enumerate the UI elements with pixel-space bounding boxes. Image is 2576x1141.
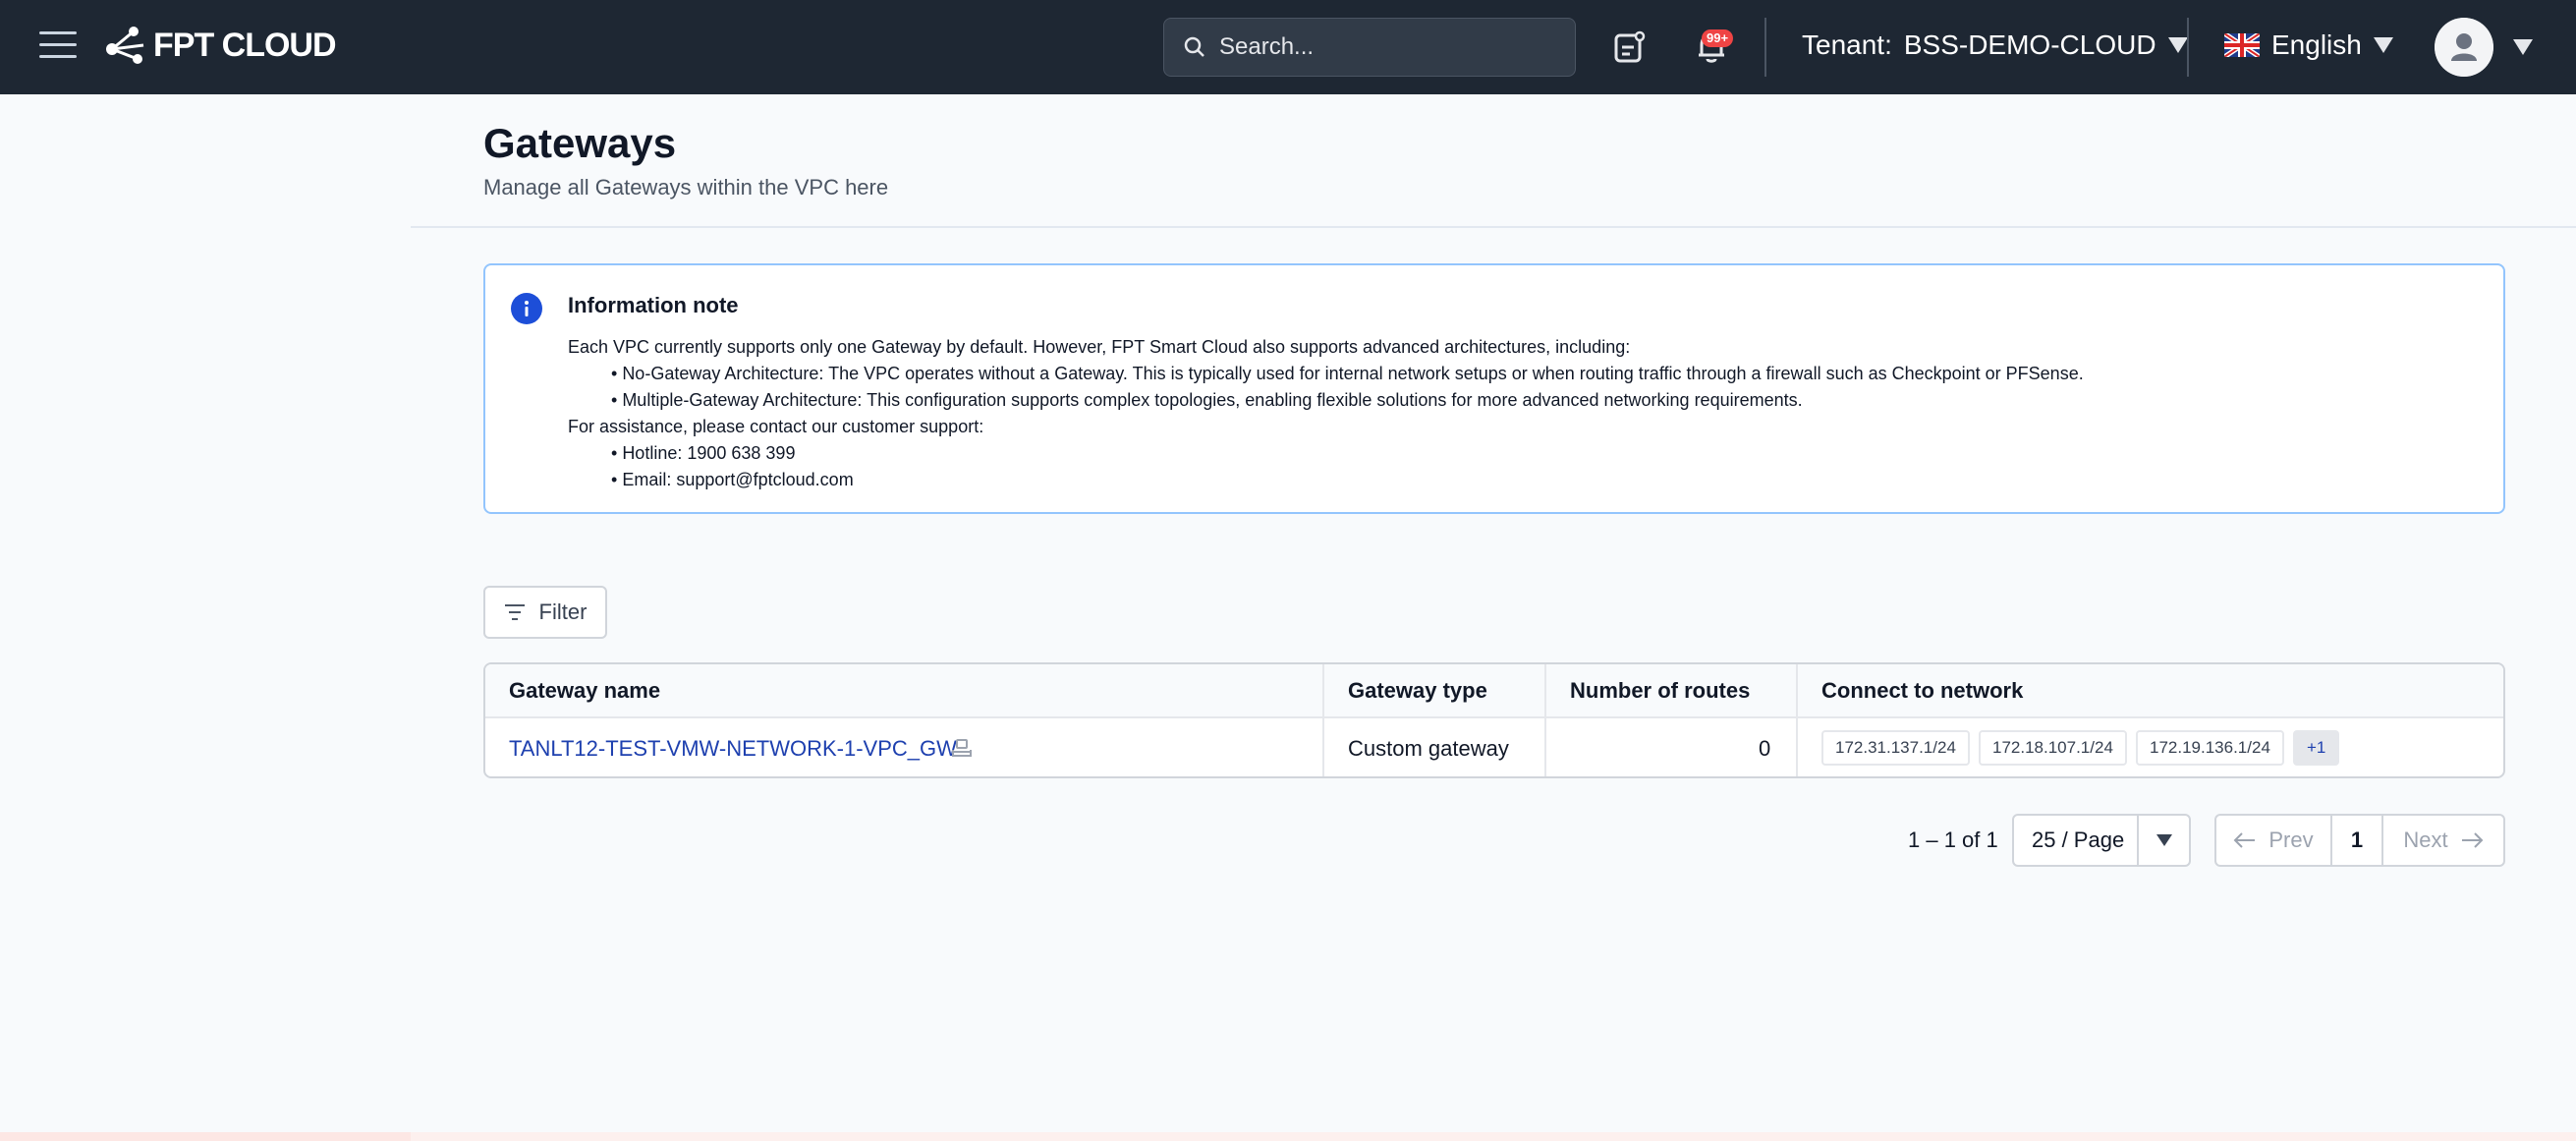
info-bullet: • Hotline: 1900 638 399 xyxy=(611,443,796,463)
pagination-range: 1 – 1 of 1 xyxy=(1908,827,1998,852)
page-size-dropdown-button[interactable] xyxy=(2137,816,2189,865)
tenant-label: Tenant: xyxy=(1802,29,1892,60)
support-intro: For assistance, please contact our custo… xyxy=(568,417,984,436)
uk-flag-icon xyxy=(2224,33,2260,57)
information-note: Information note Each VPC currently supp… xyxy=(483,263,2505,514)
info-title: Information note xyxy=(568,293,739,317)
info-bullet: • Multiple-Gateway Architecture: This co… xyxy=(611,390,1803,410)
user-icon xyxy=(2435,18,2493,77)
gateway-name-link[interactable]: TANLT12-TEST-VMW-NETWORK-1-VPC_GW xyxy=(509,736,957,762)
logo-text: FPT CLOUD xyxy=(153,26,337,64)
table-header: Gateway name Gateway type Number of rout… xyxy=(485,664,2503,718)
info-bullet: • No-Gateway Architecture: The VPC opera… xyxy=(611,364,2084,383)
filter-icon xyxy=(504,604,525,620)
language-selector[interactable]: English xyxy=(2224,29,2393,61)
page-size-value: 25 / Page xyxy=(2032,827,2125,852)
top-navigation-bar: FPT CLOUD 99+ Tenant: BSS-DEMO-CLOUD xyxy=(0,0,2576,94)
chevron-down-icon xyxy=(2167,37,2188,53)
column-header-number-of-routes: Number of routes xyxy=(1570,678,1751,703)
info-intro: Each VPC currently supports only one Gat… xyxy=(568,337,1631,357)
logo-network-icon xyxy=(106,27,144,64)
arrow-right-icon xyxy=(2461,832,2484,848)
table-row[interactable]: TANLT12-TEST-VMW-NETWORK-1-VPC_GW Custom… xyxy=(485,720,2503,776)
page-number-button[interactable]: 1 xyxy=(2332,816,2383,865)
fpt-cloud-logo[interactable]: FPT CLOUD xyxy=(104,26,337,65)
column-header-connect-to-network: Connect to network xyxy=(1821,678,2024,703)
chevron-down-icon xyxy=(2373,37,2393,53)
filter-label: Filter xyxy=(538,599,588,624)
pagination-controls: Prev 1 Next xyxy=(2214,814,2505,867)
network-tag: 172.19.136.1/24 xyxy=(2136,730,2284,766)
search-input[interactable] xyxy=(1219,33,1553,61)
menu-icon[interactable] xyxy=(39,31,77,63)
search-icon xyxy=(1184,36,1204,57)
divider xyxy=(1764,18,1766,77)
info-icon xyxy=(511,293,542,324)
search-box[interactable] xyxy=(1163,18,1576,77)
page-header xyxy=(411,94,2576,228)
divider xyxy=(2187,18,2189,77)
bottom-edge xyxy=(411,1132,2576,1141)
page-title: Gateways xyxy=(483,120,677,166)
page-size-selector[interactable]: 25 / Page xyxy=(2012,814,2191,867)
prev-page-button[interactable]: Prev xyxy=(2216,816,2332,865)
info-bullet-text: No-Gateway Architecture: The VPC operate… xyxy=(622,364,2084,383)
info-bullet-text: Multiple-Gateway Architecture: This conf… xyxy=(622,390,1803,410)
copy-icon[interactable] xyxy=(951,738,973,758)
gateway-type: Custom gateway xyxy=(1348,736,1509,761)
bottom-edge xyxy=(0,1132,411,1141)
info-body: Each VPC currently supports only one Gat… xyxy=(568,334,2084,493)
next-label: Next xyxy=(2403,827,2448,852)
network-tag: 172.31.137.1/24 xyxy=(1821,730,1970,766)
more-networks-tag[interactable]: +1 xyxy=(2293,730,2340,766)
tenant-value: BSS-DEMO-CLOUD xyxy=(1903,29,2156,60)
notification-badge: 99+ xyxy=(1702,29,1734,47)
column-header-gateway-name: Gateway name xyxy=(509,678,661,703)
arrow-left-icon xyxy=(2233,832,2256,848)
routes-count: 0 xyxy=(1759,736,1771,761)
email-text: Email: support@fptcloud.com xyxy=(622,470,854,489)
info-bullet: • Email: support@fptcloud.com xyxy=(611,470,854,489)
filter-button[interactable]: Filter xyxy=(483,586,607,639)
page-subtitle: Manage all Gateways within the VPC here xyxy=(483,175,889,200)
language-label: English xyxy=(2271,29,2362,60)
prev-label: Prev xyxy=(2268,827,2314,852)
chevron-down-icon xyxy=(2156,834,2172,846)
tenant-selector[interactable]: Tenant: BSS-DEMO-CLOUD xyxy=(1802,29,2188,61)
hotline-text: Hotline: 1900 638 399 xyxy=(622,443,796,463)
network-tag: 172.18.107.1/24 xyxy=(1979,730,2127,766)
chevron-down-icon[interactable] xyxy=(2513,39,2533,55)
avatar[interactable] xyxy=(2435,18,2493,77)
column-header-gateway-type: Gateway type xyxy=(1348,678,1487,703)
release-notes-icon[interactable] xyxy=(1609,28,1649,67)
gateways-table: Gateway name Gateway type Number of rout… xyxy=(483,662,2505,778)
next-page-button[interactable]: Next xyxy=(2383,816,2503,865)
